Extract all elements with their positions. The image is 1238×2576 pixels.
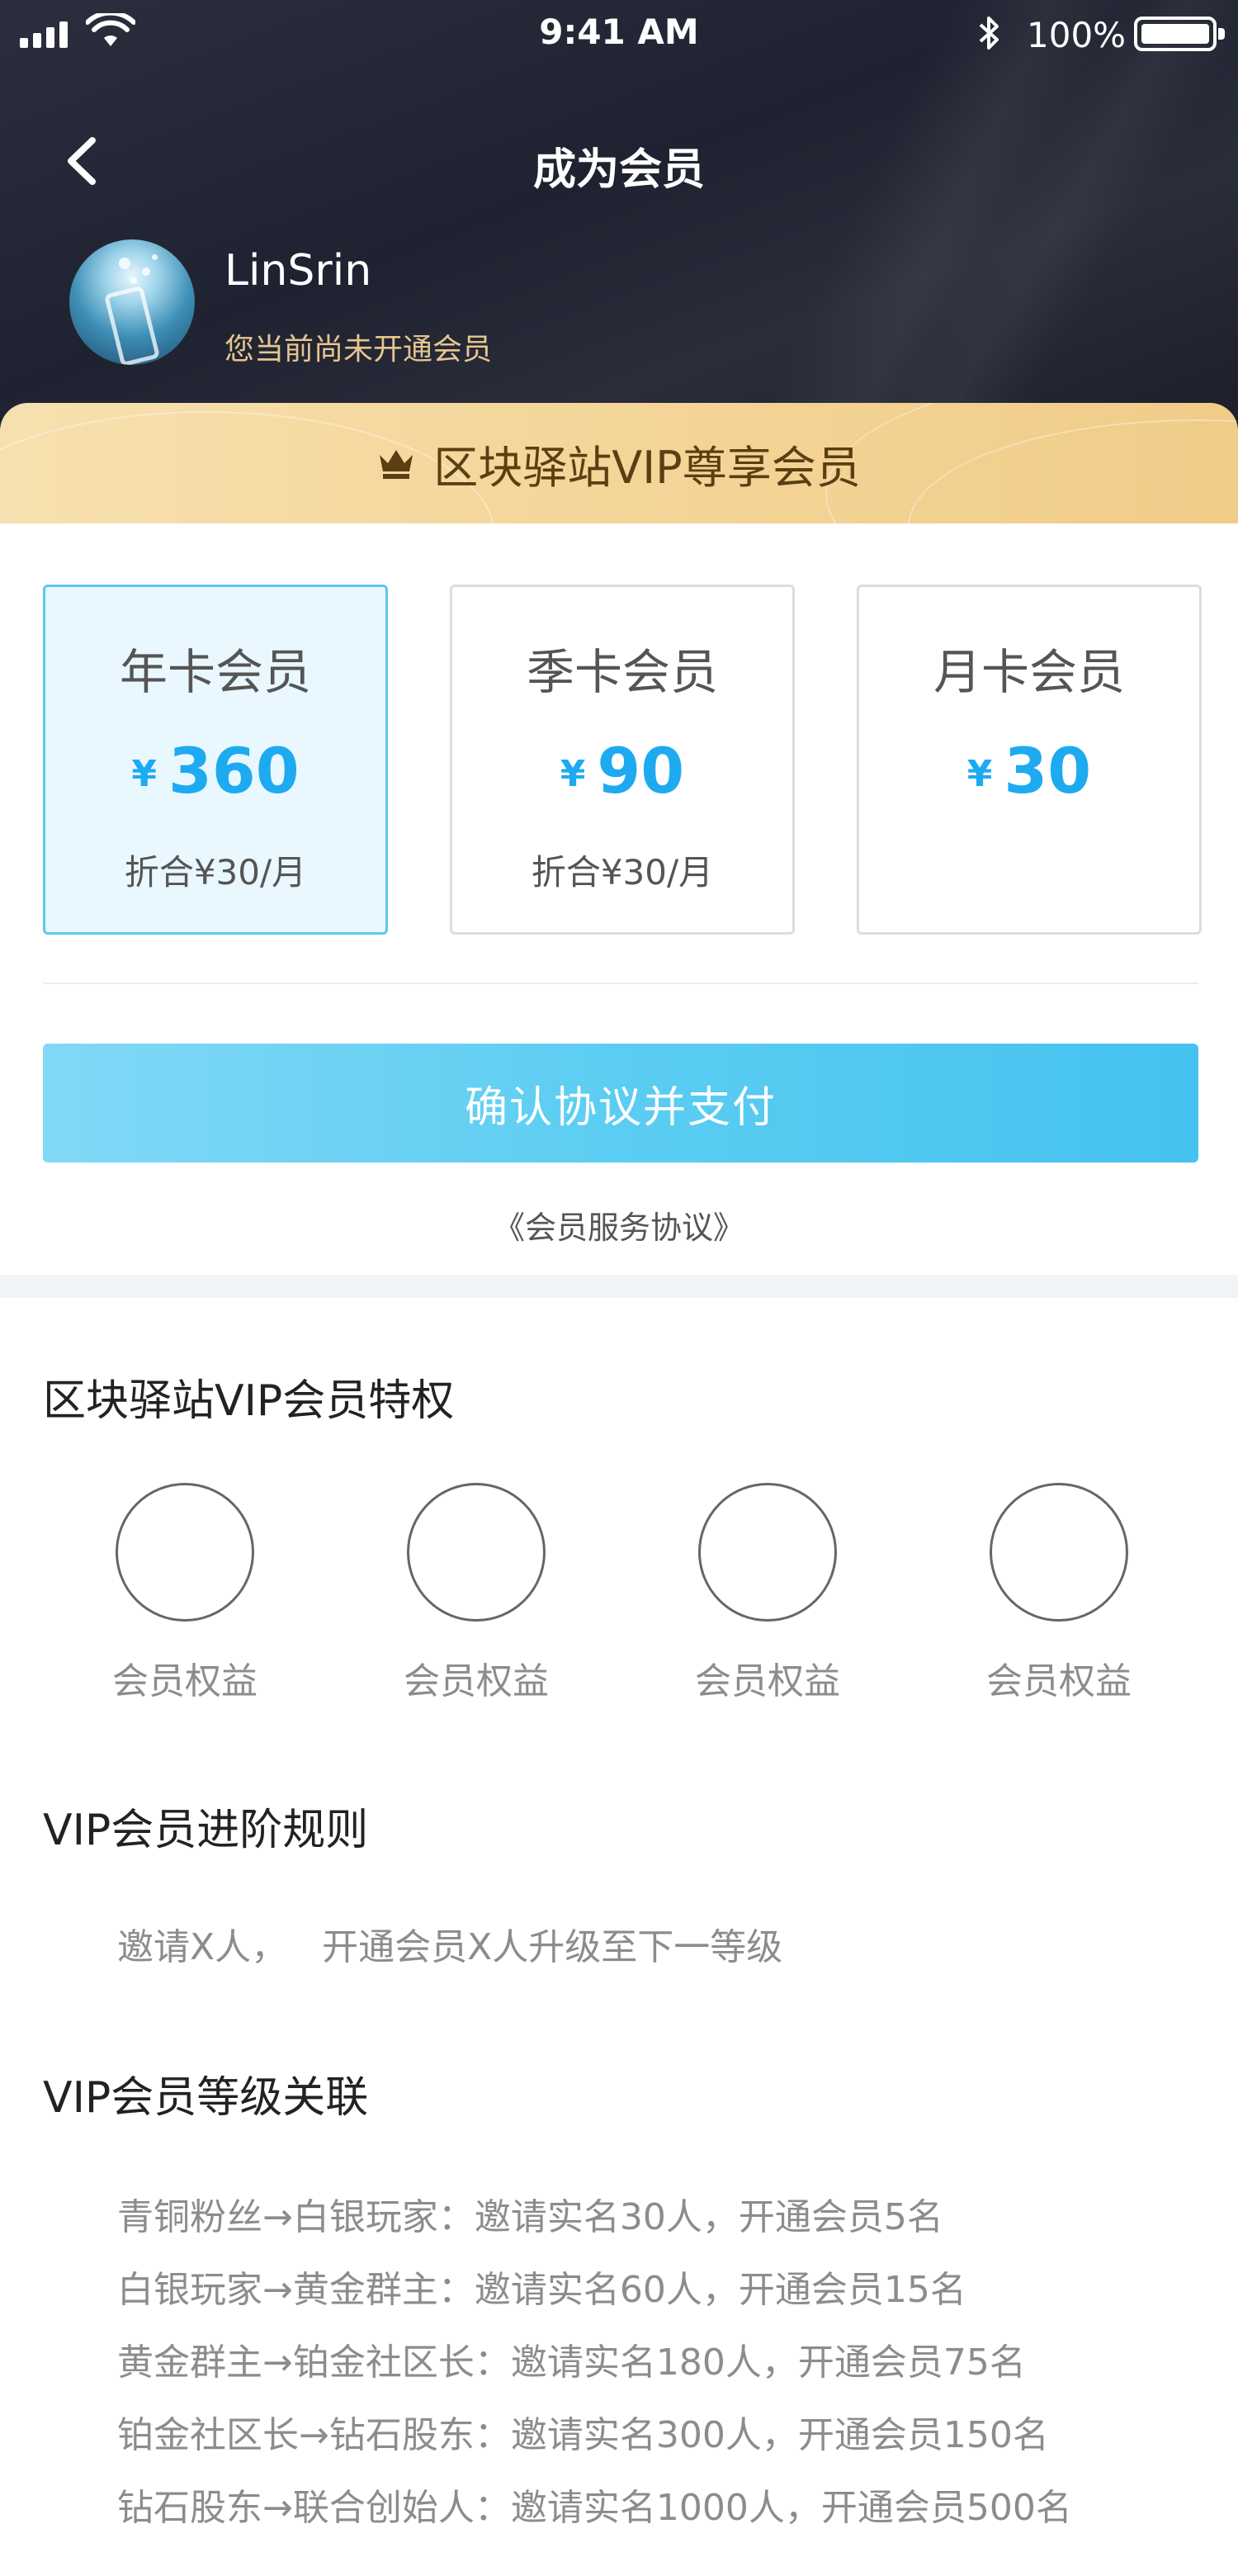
perk-label: 会员权益: [695, 1660, 840, 1702]
battery-icon: [1134, 17, 1225, 51]
plan-price: ¥360: [131, 734, 300, 807]
level-rule: 白银玩家→黄金群主：邀请实名60人，开通会员15名: [117, 2269, 966, 2311]
perk-label: 会员权益: [986, 1660, 1132, 1702]
level-rule: 铂金社区长→钻石股东：邀请实名300人，开通会员150名: [117, 2414, 1049, 2456]
rule-description: 邀请X人， 开通会员X人升级至下一等级: [117, 1926, 783, 1968]
header: 9:41 AM 100% 成为会员 LinSrin 您当前尚未开通会员: [0, 0, 1238, 429]
perk-label: 会员权益: [112, 1660, 258, 1702]
agreement-link[interactable]: 《会员服务协议》: [0, 1202, 1238, 1248]
section-separator: [0, 1275, 1238, 1298]
plan-monthly-equivalent: 折合¥30/月: [531, 852, 714, 893]
level-rule: 黄金群主→铂金社区长：邀请实名180人，开通会员75名: [117, 2342, 1026, 2384]
levels-title: VIP会员等级关联: [43, 2073, 369, 2123]
perk-item[interactable]: 会员权益: [364, 1483, 562, 1714]
page-title: 成为会员: [532, 145, 705, 195]
plan-card-annual[interactable]: 年卡会员 ¥360 折合¥30/月: [43, 585, 388, 935]
perks-grid: 会员权益 会员权益 会员权益 会员权益: [0, 1483, 1238, 1714]
perk-item[interactable]: 会员权益: [947, 1483, 1145, 1714]
perk-label: 会员权益: [404, 1660, 549, 1702]
status-bar: 9:41 AM 100%: [0, 0, 1238, 66]
level-list: 青铜粉丝→白银玩家：邀请实名30人，开通会员5名 白银玩家→黄金群主：邀请实名6…: [117, 2181, 1207, 2545]
divider: [43, 983, 1198, 984]
rules-title: VIP会员进阶规则: [43, 1806, 369, 1855]
plan-options: 年卡会员 ¥360 折合¥30/月 季卡会员 ¥90 折合¥30/月 月卡会员 …: [43, 585, 1202, 935]
plan-card-quarterly[interactable]: 季卡会员 ¥90 折合¥30/月: [450, 585, 795, 935]
vip-banner-title: 区块驿站VIP尊享会员: [433, 441, 861, 494]
plan-card-monthly[interactable]: 月卡会员 ¥30: [857, 585, 1202, 935]
perk-item[interactable]: 会员权益: [73, 1483, 271, 1714]
perk-icon: [990, 1483, 1128, 1622]
perks-title: 区块驿站VIP会员特权: [43, 1376, 455, 1426]
perk-icon: [116, 1483, 254, 1622]
plan-name: 季卡会员: [526, 644, 718, 700]
level-rule: 青铜粉丝→白银玩家：邀请实名30人，开通会员5名: [117, 2196, 943, 2238]
confirm-pay-button[interactable]: 确认协议并支付: [43, 1044, 1198, 1163]
crown-icon: [380, 450, 413, 479]
perk-icon: [698, 1483, 837, 1622]
plan-price: ¥30: [966, 734, 1092, 807]
membership-status: 您当前尚未开通会员: [224, 333, 493, 367]
bluetooth-icon: [979, 17, 999, 50]
plan-name: 月卡会员: [933, 644, 1125, 700]
plan-monthly-equivalent: 折合¥30/月: [124, 852, 307, 893]
perk-item[interactable]: 会员权益: [655, 1483, 853, 1714]
vip-banner: 区块驿站VIP尊享会员: [0, 403, 1238, 523]
username: LinSrin: [224, 246, 372, 296]
plan-price: ¥90: [560, 734, 685, 807]
perk-icon: [407, 1483, 546, 1622]
avatar: [69, 239, 195, 365]
battery-percent: 100%: [1027, 15, 1127, 55]
level-rule: 钻石股东→联合创始人：邀请实名1000人，开通会员500名: [117, 2487, 1072, 2529]
plan-name: 年卡会员: [119, 644, 311, 700]
